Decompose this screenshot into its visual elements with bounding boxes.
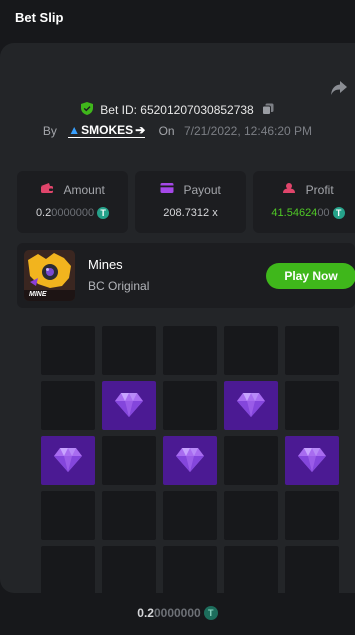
- shield-check-icon: [80, 102, 97, 118]
- user-arrow-icon: ➔: [135, 123, 146, 138]
- grid-tile: [224, 326, 278, 375]
- grid-tile: [41, 436, 95, 485]
- bet-meta-row: By ▲SMOKES ➔ On 7/21/2022, 12:46:20 PM: [0, 123, 355, 141]
- grid-tile: [224, 436, 278, 485]
- game-card: MINE Mines BC Original Play Now: [17, 243, 355, 308]
- grid-tile: [41, 546, 95, 595]
- game-subtitle: BC Original: [88, 279, 150, 293]
- share-icon[interactable]: [330, 80, 348, 96]
- card-icon: [160, 182, 180, 197]
- bet-id-row: Bet ID: 65201207030852738: [0, 102, 355, 120]
- amount-value: 0.2: [35, 207, 52, 220]
- tether-coin-icon: T: [97, 207, 110, 220]
- copy-icon[interactable]: [257, 103, 274, 118]
- profit-card: Profit 41.5462400 T: [253, 171, 355, 233]
- grid-tile: [224, 491, 278, 540]
- payout-value: 208.7312 x: [163, 207, 218, 220]
- user-badge-icon: ▲: [68, 123, 81, 138]
- grid-tile: [163, 491, 217, 540]
- grid-tile: [102, 381, 156, 430]
- payout-card: Payout 208.7312 x: [135, 171, 246, 233]
- grid-tile: [102, 491, 156, 540]
- profit-value-decimals: 00: [317, 207, 330, 220]
- by-label: By: [42, 123, 57, 138]
- grid-tile: [285, 326, 339, 375]
- grid-tile: [163, 436, 217, 485]
- grid-tile: [163, 381, 217, 430]
- grid-tile: [285, 436, 339, 485]
- on-label: On: [158, 123, 175, 138]
- user-name: SMOKES: [81, 123, 134, 138]
- user-link[interactable]: ▲SMOKES ➔: [68, 123, 146, 139]
- tether-coin-icon: T: [203, 605, 218, 620]
- grid-tile: [41, 491, 95, 540]
- mines-game-thumbnail[interactable]: MINE: [24, 250, 75, 301]
- footer-value: 0.2: [137, 605, 154, 620]
- tether-coin-icon: T: [332, 207, 345, 220]
- game-name: Mines: [88, 257, 123, 272]
- play-now-button[interactable]: Play Now: [266, 263, 355, 289]
- payout-label: Payout: [183, 182, 221, 197]
- footer: 0.20000000 T: [0, 593, 355, 635]
- header: Bet Slip: [0, 0, 355, 38]
- grid-tile: [285, 381, 339, 430]
- amount-card: Amount 0.20000000 T: [17, 171, 128, 233]
- grid-tile: [285, 546, 339, 595]
- page-title: Bet Slip: [15, 10, 64, 25]
- profit-icon: [282, 182, 302, 197]
- footer-value-decimals: 0000000: [153, 605, 201, 620]
- amount-value-decimals: 0000000: [51, 207, 95, 220]
- grid-tile: [41, 381, 95, 430]
- grid-tile: [163, 546, 217, 595]
- grid-tile: [224, 381, 278, 430]
- grid-tile: [102, 326, 156, 375]
- profit-label: Profit: [305, 182, 334, 197]
- grid-tile: [163, 326, 217, 375]
- grid-tile: [41, 326, 95, 375]
- bet-date: 7/21/2022, 12:46:20 PM: [183, 123, 313, 138]
- grid-tile: [102, 546, 156, 595]
- grid-tile: [102, 436, 156, 485]
- profit-value: 41.54624: [271, 207, 318, 220]
- grid-tile: [224, 546, 278, 595]
- grid-tile: [285, 491, 339, 540]
- bet-id: Bet ID: 65201207030852738: [100, 103, 254, 117]
- footer-amount: 0.20000000 T: [0, 605, 355, 620]
- amount-label: Amount: [63, 182, 105, 197]
- thumbnail-label: MINE: [29, 291, 47, 298]
- wallet-icon: [40, 182, 60, 197]
